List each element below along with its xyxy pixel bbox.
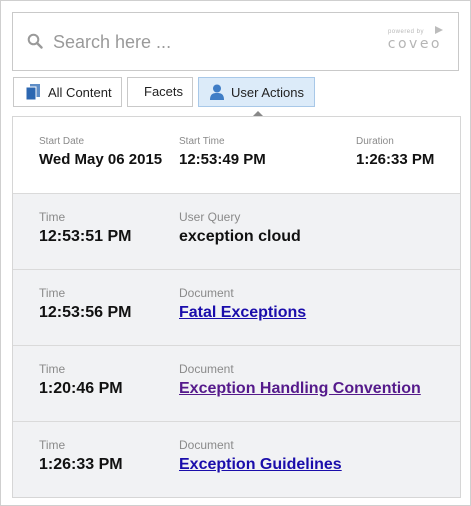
- session-summary: Start Date Wed May 06 2015 Start Time 12…: [13, 117, 460, 194]
- tab-facets[interactable]: Facets: [127, 77, 193, 107]
- document-link[interactable]: Exception Handling Convention: [179, 380, 421, 397]
- duration-label: Duration: [356, 136, 394, 147]
- action-row: Time 12:53:51 PM User Query exception cl…: [13, 194, 460, 270]
- action-detail: Document Exception Guidelines: [179, 438, 342, 474]
- start-date-field: Start Date Wed May 06 2015: [39, 136, 162, 169]
- start-date-label: Start Date: [39, 136, 85, 147]
- time-label: Time: [39, 362, 66, 376]
- tab-all-content[interactable]: All Content: [13, 77, 122, 107]
- action-time: Time 1:20:46 PM: [39, 362, 123, 398]
- tab-label: All Content: [48, 85, 112, 100]
- action-detail: Document Fatal Exceptions: [179, 286, 306, 322]
- document-link[interactable]: Fatal Exceptions: [179, 304, 306, 321]
- duration-value: 1:26:33 PM: [356, 151, 435, 168]
- action-type-label: Document: [179, 286, 234, 300]
- time-value: 1:26:33 PM: [39, 456, 123, 473]
- time-label: Time: [39, 210, 66, 224]
- action-type-label: User Query: [179, 210, 241, 224]
- coveo-play-icon: [435, 26, 443, 34]
- user-actions-widget: powered by coveo All Content Facets: [0, 0, 471, 506]
- action-time: Time 12:53:56 PM: [39, 286, 132, 322]
- action-detail: User Query exception cloud: [179, 210, 301, 246]
- start-date-value: Wed May 06 2015: [39, 151, 163, 168]
- documents-icon: [25, 84, 40, 100]
- powered-by-logo: powered by coveo: [372, 26, 443, 52]
- action-row: Time 12:53:56 PM Document Fatal Exceptio…: [13, 270, 460, 346]
- start-time-field: Start Time 12:53:49 PM: [179, 136, 266, 169]
- duration-field: Duration 1:26:33 PM: [356, 136, 434, 169]
- start-time-label: Start Time: [179, 136, 225, 147]
- time-value: 12:53:56 PM: [39, 304, 132, 321]
- action-time: Time 1:26:33 PM: [39, 438, 123, 474]
- document-link[interactable]: Exception Guidelines: [179, 456, 342, 473]
- search-box[interactable]: powered by coveo: [12, 12, 459, 71]
- action-type-label: Document: [179, 438, 234, 452]
- start-time-value: 12:53:49 PM: [179, 151, 266, 168]
- action-time: Time 12:53:51 PM: [39, 210, 132, 246]
- user-query-value: exception cloud: [179, 228, 301, 245]
- action-row: Time 1:26:33 PM Document Exception Guide…: [13, 422, 460, 497]
- action-row: Time 1:20:46 PM Document Exception Handl…: [13, 346, 460, 422]
- search-input[interactable]: [51, 23, 385, 61]
- action-detail: Document Exception Handling Convention: [179, 362, 421, 398]
- coveo-logo-text: coveo: [387, 36, 442, 52]
- action-type-label: Document: [179, 362, 234, 376]
- search-icon: [27, 33, 43, 49]
- time-value: 12:53:51 PM: [39, 228, 132, 245]
- user-actions-panel: Start Date Wed May 06 2015 Start Time 12…: [12, 116, 461, 498]
- user-icon: [210, 84, 224, 100]
- time-label: Time: [39, 286, 66, 300]
- tab-label: User Actions: [231, 85, 304, 100]
- tab-user-actions[interactable]: User Actions: [198, 77, 315, 107]
- tab-label: Facets: [144, 84, 184, 99]
- time-value: 1:20:46 PM: [39, 380, 123, 397]
- time-label: Time: [39, 438, 66, 452]
